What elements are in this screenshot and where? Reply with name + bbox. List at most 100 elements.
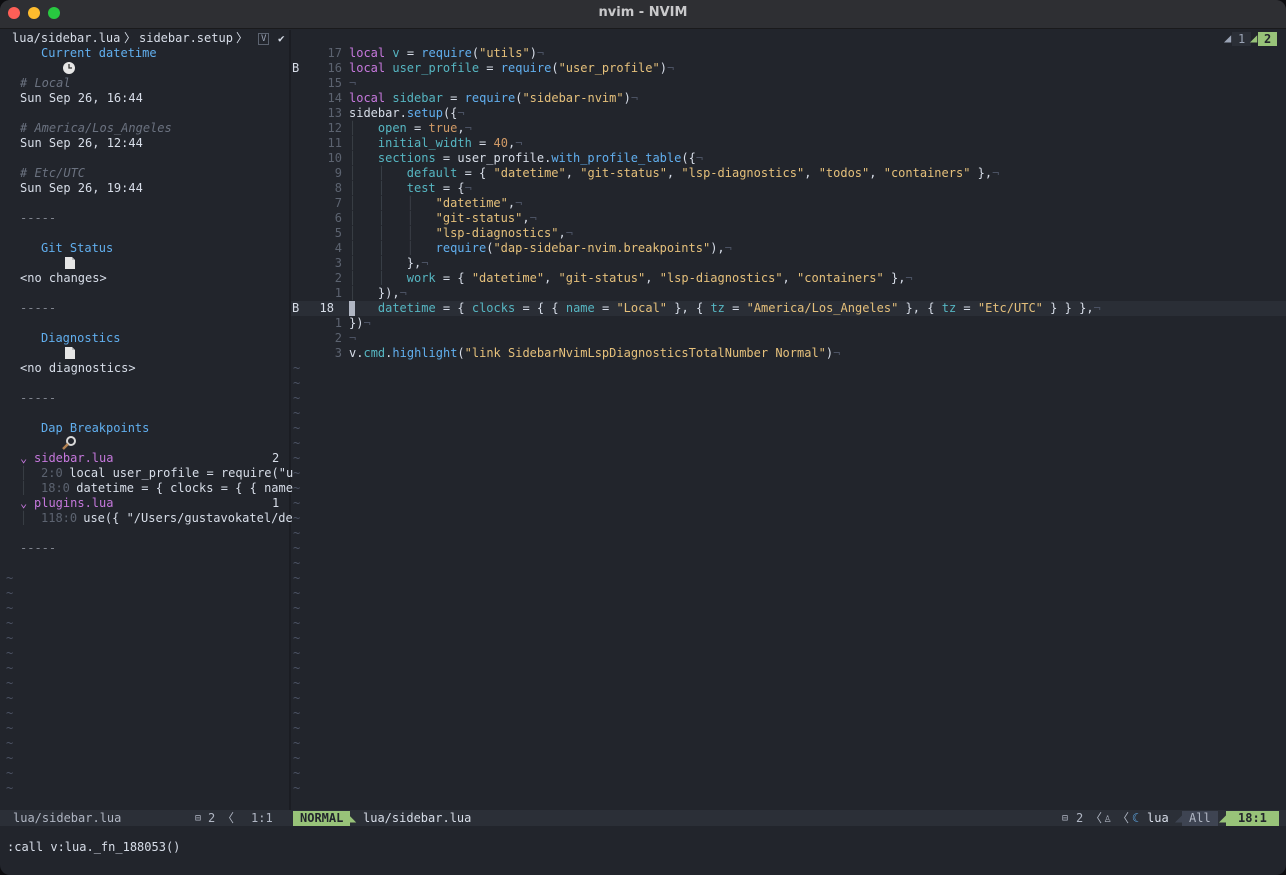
code-text[interactable]: sidebar.setup({¬ (349, 106, 465, 121)
breakpoint-sign-icon[interactable]: B (292, 301, 299, 316)
breakpoint-location[interactable]: 18:0 (41, 481, 70, 496)
code-text[interactable]: default = { "datetime", "git-status", "l… (407, 166, 1000, 181)
code-text[interactable]: "lsp-diagnostics",¬ (436, 226, 573, 241)
git-status-text: <no changes> (20, 271, 107, 285)
indent-guide: │ (377, 256, 386, 270)
linux-icon: ♙ (1104, 811, 1112, 825)
tree-guide: │ (20, 481, 28, 495)
chevron-down-icon[interactable]: ⌄ (20, 451, 27, 466)
line-number: 16 (327, 61, 342, 75)
section-title-datetime[interactable]: Current datetime (41, 46, 157, 61)
status-scroll: All (1182, 811, 1218, 826)
breakpoint-text[interactable]: local user_profile = require("u (62, 466, 293, 481)
empty-line-tilde: ~ (293, 526, 301, 540)
empty-line-tilde: ~ (293, 721, 301, 735)
breakpoint-location[interactable]: 2:0 (41, 466, 63, 481)
tab-1[interactable]: 1 (1232, 32, 1252, 46)
empty-line-tilde: ~ (293, 496, 301, 510)
breadcrumb-file[interactable]: lua/sidebar.lua (12, 31, 120, 46)
breakpoint-location[interactable]: 118:0 (41, 511, 77, 526)
empty-line-tilde: ~ (293, 541, 301, 555)
indent-guide: │ (377, 241, 386, 255)
empty-line-tilde: ~ (6, 661, 14, 675)
indent-guide: │ (349, 151, 357, 165)
code-text[interactable]: open = true,¬ (378, 121, 472, 136)
empty-line-tilde: ~ (293, 421, 301, 435)
status-buffer-count: 2 (1076, 811, 1084, 825)
tz-local-time: Sun Sep 26, 16:44 (20, 91, 143, 105)
tree-guide: │ (20, 466, 28, 480)
code-text[interactable]: local user_profile = require("user_profi… (349, 61, 674, 76)
code-text[interactable]: "git-status",¬ (436, 211, 537, 226)
indent-guide: │ (406, 196, 414, 210)
tz-la-label: # America/Los_Angeles (20, 121, 172, 135)
indent-guide: │ (349, 211, 357, 225)
code-text[interactable]: test = {¬ (407, 181, 472, 196)
command-line[interactable]: :call v:lua._fn_188053() (0, 840, 1286, 856)
empty-line-tilde: ~ (293, 361, 301, 375)
breakpoint-text[interactable]: datetime = { clocks = { { name (69, 481, 293, 496)
tz-utc-label: # Etc/UTC (20, 166, 86, 180)
breadcrumb-symbol[interactable]: sidebar.setup (139, 31, 233, 46)
line-number: 15 (327, 76, 342, 90)
indent-guide: │ (349, 196, 357, 210)
code-text[interactable]: ¬ (349, 331, 356, 346)
code-text[interactable]: },¬ (407, 256, 429, 271)
breakpoint-text[interactable]: use({ "/Users/gustavokatel/de (76, 511, 293, 526)
section-title-dap[interactable]: Dap Breakpoints (41, 421, 149, 436)
code-text[interactable]: })¬ (349, 316, 371, 331)
indent-guide: │ (349, 271, 357, 285)
chevron-down-icon[interactable]: ⌄ (20, 496, 27, 511)
code-text[interactable]: initial_width = 40,¬ (378, 136, 523, 151)
empty-line-tilde: ~ (6, 736, 14, 750)
code-text[interactable]: local v = require("utils")¬ (349, 46, 544, 61)
variable-badge-icon: V (258, 33, 270, 45)
section-title-diagnostics[interactable]: Diagnostics (41, 331, 120, 346)
indent-guide: │ (406, 241, 414, 255)
empty-line-tilde: ~ (293, 376, 301, 390)
nvim-window: nvim - NVIM lua/sidebar.lua 〉 sidebar.se… (0, 0, 1286, 875)
buffer-icon: ⊟ (195, 813, 202, 824)
breadcrumb-separator-icon: 〉 (236, 31, 249, 45)
tab-right-arrow-icon: ◢ (1250, 31, 1258, 45)
mode-indicator: NORMAL (293, 811, 351, 826)
breakpoint-sign-icon[interactable]: B (292, 61, 299, 76)
empty-line-tilde: ~ (293, 466, 301, 480)
code-text[interactable]: ¬ (349, 76, 356, 91)
sidebar-cursor-position: 1:1 (251, 811, 273, 825)
code-text[interactable]: }),¬ (378, 286, 407, 301)
indent-guide: │ (377, 196, 386, 210)
empty-line-tilde: ~ (293, 781, 301, 795)
command-line-text[interactable]: :call v:lua._fn_188053() (7, 840, 180, 855)
section-title-git[interactable]: Git Status (41, 241, 113, 256)
breakpoint-file-sidebar[interactable]: sidebar.lua (34, 451, 113, 466)
breakpoint-count: 1 (272, 496, 280, 510)
code-text[interactable]: "datetime",¬ (436, 196, 523, 211)
section-divider: ----- (20, 391, 57, 405)
indent-guide: │ (349, 181, 357, 195)
section-divider: ----- (20, 211, 57, 225)
indent-guide: │ (377, 271, 386, 285)
tz-local-label: # Local (20, 76, 71, 90)
empty-line-tilde: ~ (6, 766, 14, 780)
code-text[interactable]: work = { "datetime", "git-status", "lsp-… (407, 271, 913, 286)
code-text[interactable]: require("dap-sidebar-nvim.breakpoints"),… (436, 241, 732, 256)
line-number: 8 (334, 181, 342, 195)
mode-arrow-icon: ◣ (349, 811, 357, 825)
code-text[interactable]: datetime = { clocks = { { name = "Local"… (378, 301, 1101, 316)
tab-2[interactable]: 2 (1258, 32, 1278, 46)
lua-icon: ☾ (1132, 811, 1140, 825)
breakpoint-file-plugins[interactable]: plugins.lua (34, 496, 113, 511)
indent-guide: │ (377, 181, 386, 195)
empty-line-tilde: ~ (293, 631, 301, 645)
code-text[interactable]: local sidebar = require("sidebar-nvim")¬ (349, 91, 638, 106)
indent-guide: │ (377, 211, 386, 225)
section-divider: ----- (20, 541, 57, 555)
empty-line-tilde: ~ (293, 691, 301, 705)
tz-utc-time: Sun Sep 26, 19:44 (20, 181, 143, 195)
code-text[interactable]: v.cmd.highlight("link SidebarNvimLspDiag… (349, 346, 840, 361)
diagnostics-text: <no diagnostics> (20, 361, 136, 375)
empty-line-tilde: ~ (293, 511, 301, 525)
code-text[interactable]: sections = user_profile.with_profile_tab… (378, 151, 703, 166)
breakpoint-count: 2 (272, 451, 280, 465)
